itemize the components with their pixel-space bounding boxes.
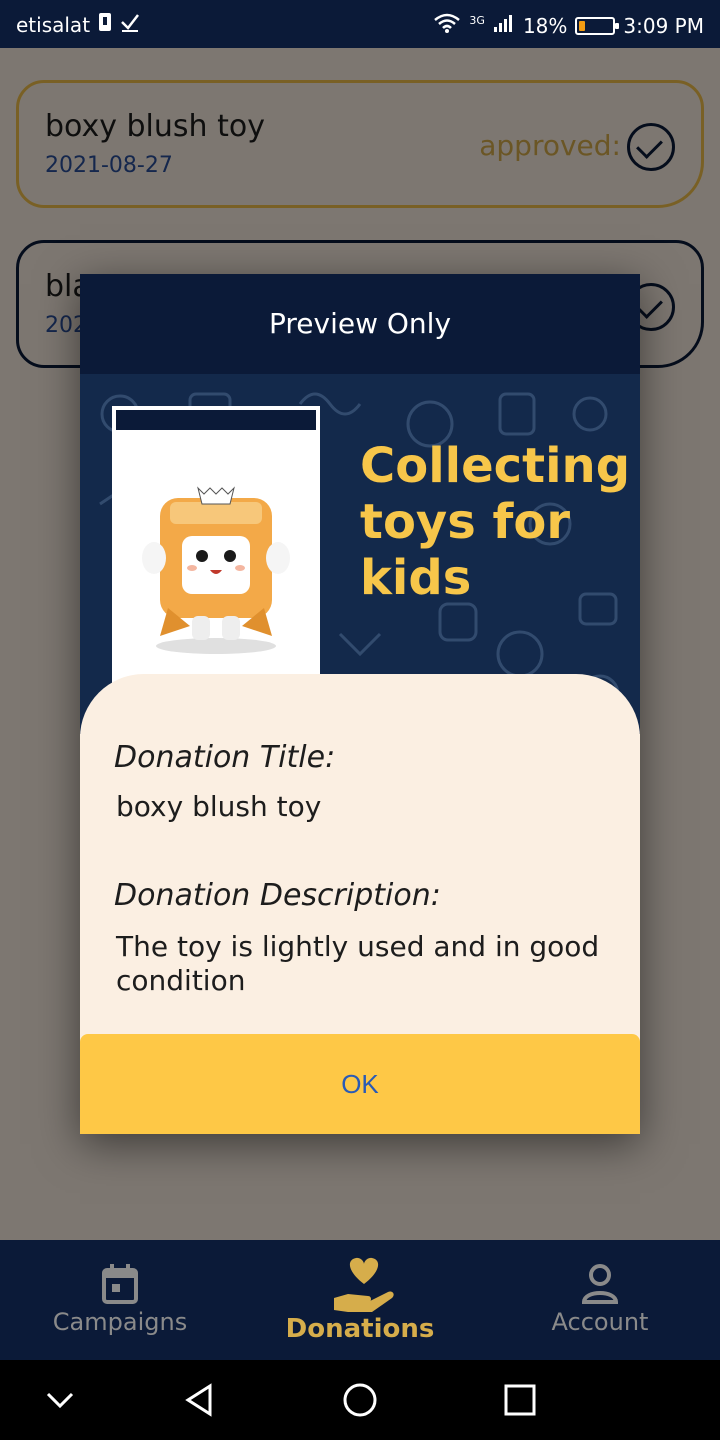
battery-icon (575, 16, 620, 35)
donation-title-value: boxy blush toy (116, 790, 322, 823)
preview-dialog: Preview Only Collecting toys for kids Do… (80, 274, 640, 1134)
signal-icon (493, 13, 515, 38)
bottom-nav: Campaigns Donations Account (0, 1240, 720, 1360)
nav-label: Campaigns (52, 1308, 188, 1336)
status-bar: etisalat 3G 18% 3:09 PM (0, 0, 720, 48)
banner-headline: Collecting toys for kids (360, 438, 631, 606)
person-icon (581, 1264, 619, 1304)
ok-button[interactable]: OK (80, 1034, 640, 1134)
clock: 3:09 PM (623, 13, 704, 38)
nav-item-campaigns[interactable]: Campaigns (0, 1240, 240, 1360)
calendar-icon (102, 1264, 138, 1304)
nav-item-donations[interactable]: Donations (240, 1240, 480, 1360)
chevron-down-icon[interactable] (40, 1380, 80, 1420)
carrier-label: etisalat (16, 12, 91, 37)
sim-icon (98, 12, 112, 37)
dialog-title: Preview Only (80, 274, 640, 374)
donation-heart-hand-icon (334, 1257, 394, 1312)
home-icon[interactable] (340, 1380, 380, 1420)
network-type: 3G (469, 14, 485, 27)
wifi-icon (433, 12, 461, 39)
nav-item-account[interactable]: Account (480, 1240, 720, 1360)
nav-label: Donations (285, 1314, 435, 1344)
donation-photo (112, 406, 320, 712)
task-done-icon (120, 12, 140, 37)
recents-icon[interactable] (500, 1380, 540, 1420)
donation-description-label: Donation Description: (114, 878, 441, 913)
nav-label: Account (551, 1308, 649, 1336)
donation-title-label: Donation Title: (114, 740, 336, 775)
donation-description-value: The toy is lightly used and in good cond… (116, 930, 600, 997)
battery-percent: 18% (522, 13, 568, 38)
system-nav-bar (0, 1360, 720, 1440)
toy-image (142, 486, 290, 654)
back-icon[interactable] (180, 1380, 220, 1420)
dialog-content: Donation Title: boxy blush toy Donation … (80, 674, 640, 1034)
